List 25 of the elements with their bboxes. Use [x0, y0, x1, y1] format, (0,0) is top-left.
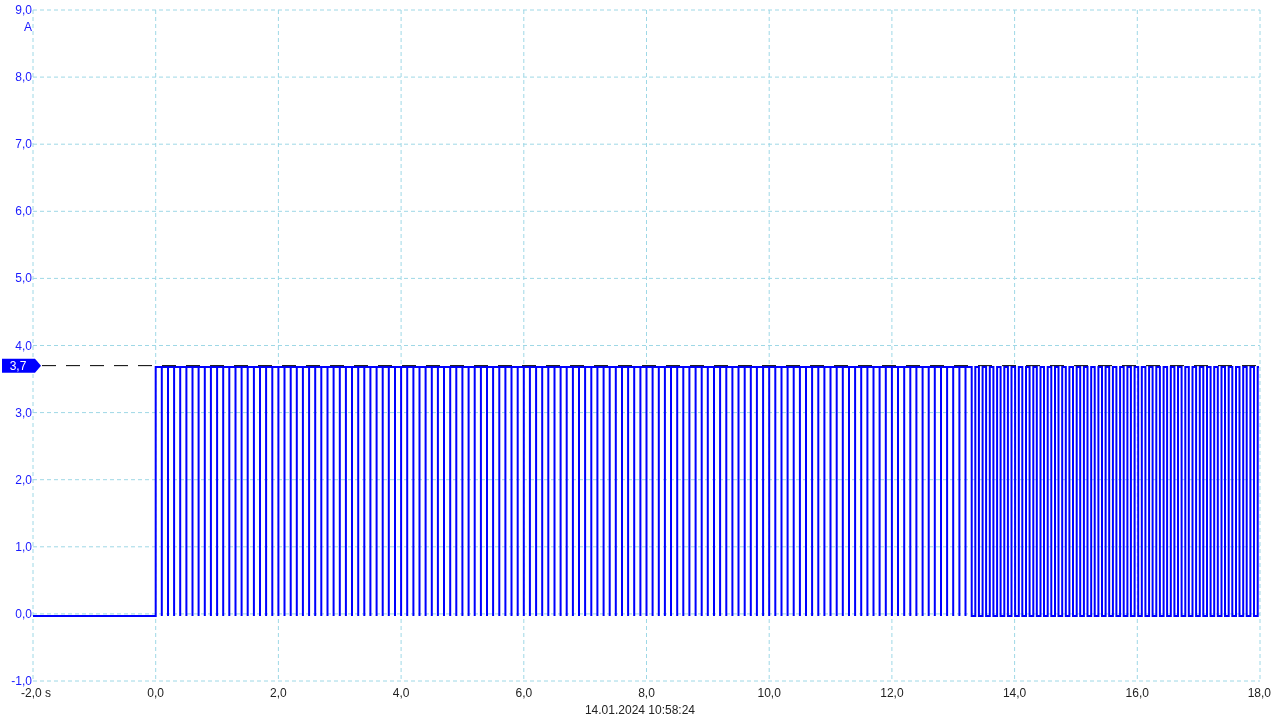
- axis-label: 6,0: [15, 204, 32, 219]
- axis-label: 1,0: [15, 539, 32, 554]
- axis-label: 2,0: [15, 472, 32, 487]
- axis-label: 0,0: [15, 606, 32, 621]
- unit-label: A: [24, 20, 32, 34]
- axis-label: 14,0: [1002, 686, 1027, 700]
- axis-label: -1,0: [11, 674, 32, 688]
- axis-label: 9,0: [15, 3, 32, 17]
- axis-label: 2,0: [270, 686, 287, 700]
- axis-label: 0,0: [147, 686, 165, 700]
- axis-label: 8,0: [15, 70, 32, 85]
- axis-label: 4,0: [392, 686, 410, 700]
- axis-label: 6,0: [515, 686, 533, 700]
- axis-label: 18,0: [1247, 686, 1271, 700]
- axis-label: 8,0: [638, 686, 655, 700]
- axis-label: 12,0: [880, 686, 904, 700]
- axis-label: -2,0 s: [21, 686, 51, 700]
- axis-label: 4,0: [15, 338, 32, 353]
- level-marker[interactable]: 3,7: [2, 358, 41, 373]
- axis-label: 5,0: [15, 271, 32, 286]
- axis-label: 7,0: [15, 137, 32, 152]
- timestamp: 14.01.2024 10:58:24: [584, 703, 696, 717]
- axis-label: 3,0: [15, 405, 32, 420]
- axis-label: 10,0: [757, 686, 781, 700]
- axis-label: 16,0: [1125, 686, 1149, 700]
